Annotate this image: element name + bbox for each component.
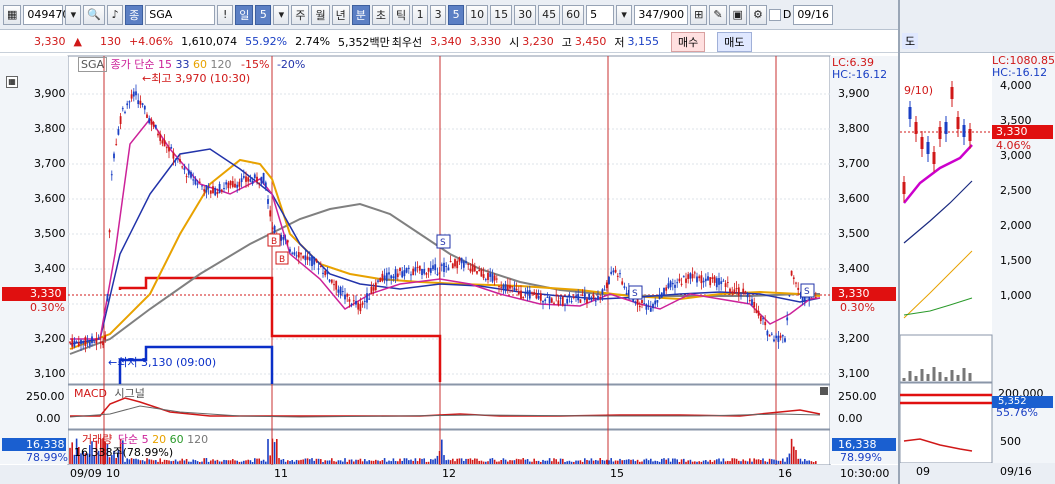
price-info-bar: 3,330 ▲ 130 +4.06% 1,610,074 55.92% 2.74… bbox=[0, 31, 898, 53]
hc-label: HC:-16.12 bbox=[832, 68, 888, 81]
period-week[interactable]: 주 bbox=[291, 4, 310, 25]
volume-tag-right: 16,338 bbox=[832, 438, 896, 451]
dropdown-icon[interactable]: ▾ bbox=[616, 4, 633, 25]
dropdown-icon[interactable]: ▾ bbox=[273, 4, 290, 25]
low-label: 저 bbox=[614, 35, 625, 49]
high-price: 3,450 bbox=[574, 35, 607, 48]
macd-tick-right-1: 250.00 bbox=[838, 390, 877, 403]
buy-button[interactable]: 매수 bbox=[671, 31, 706, 52]
sell-button[interactable]: 매도 bbox=[717, 31, 752, 52]
macd-tick-left-2: 0.00 bbox=[36, 412, 61, 425]
macd-legend: MACD 시그널 bbox=[74, 385, 145, 401]
data-count-field[interactable]: 347/900 bbox=[634, 4, 689, 25]
bid-price: 3,330 bbox=[469, 35, 502, 48]
d-checkbox[interactable] bbox=[768, 8, 781, 21]
svg-text:B: B bbox=[271, 237, 277, 247]
vol-ma120: 120 bbox=[187, 433, 209, 446]
high-label: 고 bbox=[561, 35, 572, 49]
best-label: 최우선 bbox=[391, 35, 423, 49]
gear-icon[interactable]: ⚙ bbox=[748, 4, 767, 25]
volume-pct-right: 78.99% bbox=[840, 451, 882, 464]
up-arrow-icon: ▲ bbox=[73, 35, 82, 48]
side-chart-svg[interactable] bbox=[900, 53, 1055, 484]
change-percent: +4.06% bbox=[128, 35, 174, 48]
period-tick[interactable]: 틱 bbox=[391, 4, 411, 25]
macd-tick-right-2: 0.00 bbox=[838, 412, 863, 425]
legend-stock-name: SGA bbox=[78, 57, 108, 72]
interval-60[interactable]: 60 bbox=[562, 4, 585, 25]
save-icon[interactable]: ▣ bbox=[728, 4, 747, 25]
x-axis: 09/09 10 11 12 15 16 10:30:00 bbox=[70, 467, 890, 480]
main-chart-area[interactable]: S S S B B ▦ SGA 종가 단순 15 33 60 120 -15% … bbox=[0, 54, 898, 484]
trade-amount: 5,352백만 bbox=[338, 35, 390, 49]
ask-price: 3,340 bbox=[430, 35, 462, 48]
side-chart-panel[interactable]: 도 LC:1080.85 HC:-16.12 9/10) 4,000 3,500… bbox=[898, 0, 1055, 484]
volume-value: 1,610,074 bbox=[181, 35, 238, 48]
side-date-tag: 9/10) bbox=[904, 84, 933, 97]
market-tag[interactable]: 종 bbox=[125, 4, 144, 25]
interval-1[interactable]: 1 bbox=[412, 4, 429, 25]
period-day[interactable]: 일 bbox=[235, 4, 254, 25]
interval-3[interactable]: 3 bbox=[430, 4, 447, 25]
period-minute[interactable]: 분 bbox=[351, 4, 370, 25]
high-price-label: ←최고 3,970 (10:30) bbox=[142, 72, 251, 85]
side-vol-pct: 55.76% bbox=[996, 406, 1038, 419]
period-second[interactable]: 초 bbox=[371, 4, 390, 25]
d-label: D bbox=[782, 8, 792, 21]
search-icon[interactable]: 🔍 bbox=[83, 4, 106, 25]
volume-pct-left: 78.99% bbox=[26, 451, 68, 464]
low-price: 3,155 bbox=[627, 35, 660, 48]
speaker-icon[interactable]: ♪ bbox=[107, 4, 124, 25]
date-field[interactable]: 09/16 bbox=[793, 4, 834, 25]
side-pct: 4.06% bbox=[996, 139, 1031, 152]
current-pct-left: 0.30% bbox=[30, 301, 65, 314]
volume-ratio: 55.92% bbox=[245, 35, 288, 48]
price-change: 130 bbox=[99, 35, 121, 48]
signal-label: 시그널 bbox=[114, 387, 145, 400]
dropdown-icon[interactable]: ▾ bbox=[65, 4, 82, 25]
interval-45[interactable]: 45 bbox=[538, 4, 561, 25]
volume-tag-left: 16,338 bbox=[2, 438, 66, 451]
macd-tick-left-1: 250.00 bbox=[26, 390, 65, 403]
panel-close-icon[interactable] bbox=[820, 387, 828, 395]
side-price-tag: 3,330 bbox=[992, 125, 1053, 139]
period-count[interactable]: 5 bbox=[255, 4, 272, 25]
open-price: 3,230 bbox=[522, 35, 554, 48]
side-chart-header: 도 bbox=[900, 0, 1055, 53]
svg-text:S: S bbox=[632, 289, 638, 299]
svg-text:S: S bbox=[440, 238, 446, 248]
interval-10[interactable]: 10 bbox=[466, 4, 489, 25]
macd-label: MACD bbox=[74, 387, 107, 400]
chart-toolbar: ▦ 049470 ▾ 🔍 ♪ 종 SGA ! 일 5 ▾ 주 월 년 분 초 틱… bbox=[0, 0, 898, 30]
stock-code-input[interactable]: 049470 bbox=[23, 4, 69, 25]
svg-text:S: S bbox=[804, 287, 810, 297]
legend-pct20: -20% bbox=[276, 58, 306, 71]
custom-interval-input[interactable]: 5 bbox=[586, 4, 615, 25]
low-price-label: ←최저 3,130 (09:00) bbox=[108, 356, 217, 369]
side-hc: HC:-16.12 bbox=[992, 66, 1048, 79]
current-price-tag-left: 3,330 bbox=[2, 287, 66, 301]
current-price: 3,330 bbox=[34, 35, 66, 48]
current-pct-right: 0.30% bbox=[840, 301, 875, 314]
interval-15[interactable]: 15 bbox=[490, 4, 513, 25]
grid-icon[interactable]: ▦ bbox=[3, 4, 22, 25]
price-chart-svg[interactable]: S S S B B bbox=[0, 54, 898, 484]
open-label: 시 bbox=[509, 35, 520, 49]
settings-icon[interactable]: ▦ bbox=[6, 76, 18, 88]
side-sell-tab[interactable]: 도 bbox=[902, 33, 919, 49]
interval-5[interactable]: 5 bbox=[448, 4, 465, 25]
time-label: 10:30:00 bbox=[840, 467, 890, 480]
interval-30[interactable]: 30 bbox=[514, 4, 537, 25]
period-month[interactable]: 월 bbox=[311, 4, 330, 25]
period-year[interactable]: 년 bbox=[331, 4, 350, 25]
svg-text:B: B bbox=[279, 255, 285, 265]
chart-type-icon[interactable]: ⊞ bbox=[690, 4, 708, 25]
alert-button[interactable]: ! bbox=[217, 4, 234, 25]
current-price-tag-right: 3,330 bbox=[832, 287, 896, 301]
draw-tool-icon[interactable]: ✎ bbox=[709, 4, 727, 25]
turnover-rate: 2.74% bbox=[295, 35, 331, 48]
volume-detail: 16,338주(78.99%) bbox=[74, 446, 174, 459]
stock-name-field[interactable]: SGA bbox=[145, 4, 216, 25]
